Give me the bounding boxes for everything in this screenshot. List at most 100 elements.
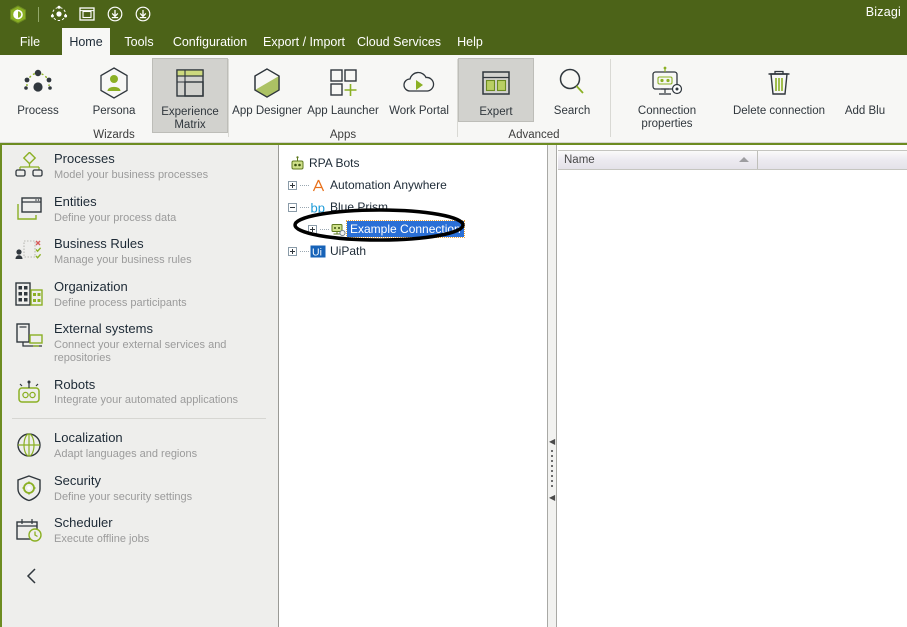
ribbon-group-label: Wizards bbox=[93, 129, 135, 141]
ribbon-button-process[interactable]: Process bbox=[0, 58, 76, 122]
sidebar-collapse-button[interactable] bbox=[2, 552, 278, 586]
ribbon-button-work-portal[interactable]: Work Portal bbox=[381, 58, 457, 122]
network-connect-icon[interactable] bbox=[46, 2, 72, 26]
sidebar-item-sub: Adapt languages and regions bbox=[54, 448, 198, 461]
robot-icon bbox=[288, 155, 306, 171]
ribbon-button-label: Work Portal bbox=[389, 105, 449, 117]
sidebar-item-organization[interactable]: Organization Define process participants bbox=[2, 273, 278, 316]
connection-details-grid: Name bbox=[558, 145, 907, 627]
shield-icon bbox=[14, 473, 44, 503]
sidebar-item-processes[interactable]: Processes Model your business processes bbox=[2, 145, 278, 188]
ribbon-button-expert[interactable]: Expert bbox=[458, 58, 534, 122]
sidebar-item-robots[interactable]: Robots Integrate your automated applicat… bbox=[2, 371, 278, 414]
svg-text:bp: bp bbox=[310, 200, 324, 215]
menu-item-help[interactable]: Help bbox=[448, 28, 492, 55]
menu-item-export-import[interactable]: Export / Import bbox=[256, 28, 352, 55]
tree-connector-line bbox=[320, 228, 329, 230]
ribbon-button-experience-matrix[interactable]: Experience Matrix bbox=[152, 58, 228, 134]
panel-splitter[interactable]: ◀ ◀ bbox=[548, 145, 557, 627]
sidebar-item-business-rules[interactable]: Business Rules Manage your business rule… bbox=[2, 230, 278, 273]
entities-icon bbox=[14, 194, 44, 224]
window-icon[interactable] bbox=[74, 2, 100, 26]
svg-text:Ui: Ui bbox=[312, 246, 322, 258]
rpa-bots-tree: RPA Bots Automation Anywhere bp Blue Pri… bbox=[280, 145, 547, 262]
splitter-collapse-up-icon[interactable]: ◀ bbox=[549, 437, 555, 446]
ribbon-button-label: Add Blu bbox=[844, 105, 886, 117]
menu-item-cloud-services[interactable]: Cloud Services bbox=[352, 28, 446, 55]
sidebar-item-sub: Manage your business rules bbox=[54, 254, 192, 267]
robots-icon bbox=[14, 377, 44, 407]
chevron-left-icon bbox=[26, 568, 36, 584]
scheduler-icon bbox=[14, 515, 44, 545]
tree-expander-plus-icon[interactable] bbox=[288, 246, 297, 256]
ribbon-button-connection-properties[interactable]: Connection properties bbox=[611, 58, 723, 131]
tree-node-blue-prism[interactable]: bp Blue Prism bbox=[288, 196, 547, 218]
menu-item-file[interactable]: File bbox=[8, 28, 52, 55]
ribbon-button-app-launcher[interactable]: App Launcher bbox=[305, 58, 381, 122]
tree-node-uipath[interactable]: Ui UiPath bbox=[288, 240, 547, 262]
grid-column-name[interactable]: Name bbox=[558, 151, 758, 169]
sidebar-item-title: Processes bbox=[54, 151, 115, 166]
grid-header-row: Name bbox=[558, 150, 907, 170]
sidebar-item-security[interactable]: Security Define your security settings bbox=[2, 467, 278, 510]
bizagi-logo-icon[interactable] bbox=[5, 2, 31, 26]
sidebar-item-external-systems[interactable]: External systems Connect your external s… bbox=[2, 315, 278, 370]
navigation-sidebar: Processes Model your business processes … bbox=[2, 145, 279, 627]
ribbon-button-label: App Designer bbox=[232, 105, 302, 117]
connection-properties-icon bbox=[647, 63, 687, 103]
ribbon-button-label: Delete connection bbox=[732, 105, 826, 117]
download-icon-2[interactable] bbox=[130, 2, 156, 26]
sidebar-item-title: Scheduler bbox=[54, 515, 113, 531]
sidebar-item-localization[interactable]: Localization Adapt languages and regions bbox=[2, 424, 278, 467]
ribbon-group-label: Apps bbox=[329, 129, 357, 141]
work-portal-icon bbox=[400, 63, 438, 103]
blue-prism-icon: bp bbox=[309, 200, 327, 215]
grid-body[interactable] bbox=[558, 170, 907, 625]
sort-ascending-icon bbox=[739, 157, 749, 162]
tree-connector-line bbox=[300, 184, 309, 186]
ribbon-button-label: App Launcher bbox=[307, 105, 379, 117]
ribbon-button-persona[interactable]: Persona bbox=[76, 58, 152, 122]
menu-item-tools[interactable]: Tools bbox=[116, 28, 162, 55]
expert-icon bbox=[479, 64, 513, 104]
experience-matrix-icon bbox=[172, 64, 208, 104]
sidebar-item-scheduler[interactable]: Scheduler Execute offline jobs bbox=[2, 509, 278, 552]
ribbon-button-search[interactable]: Search bbox=[534, 58, 610, 122]
tree-node-automation-anywhere[interactable]: Automation Anywhere bbox=[288, 174, 547, 196]
ribbon-button-label: Connection properties bbox=[637, 105, 697, 131]
tree-node-example-connection[interactable]: Example Connection bbox=[288, 218, 547, 240]
sidebar-item-title: Business Rules bbox=[54, 236, 144, 252]
rpa-bots-tree-panel[interactable]: RPA Bots Automation Anywhere bp Blue Pri… bbox=[280, 145, 548, 627]
sidebar-item-entities[interactable]: Entities Define your process data bbox=[2, 188, 278, 231]
menu-bar: File Home Tools Configuration Export / I… bbox=[0, 28, 907, 55]
menu-item-home[interactable]: Home bbox=[62, 28, 110, 55]
ribbon-button-add-blue-prism[interactable]: Add Blu bbox=[835, 58, 895, 122]
ribbon-button-app-designer[interactable]: App Designer bbox=[229, 58, 305, 122]
tree-node-label: Blue Prism bbox=[330, 200, 389, 214]
process-icon bbox=[19, 63, 57, 103]
search-icon bbox=[555, 63, 589, 103]
splitter-collapse-down-icon[interactable]: ◀ bbox=[549, 493, 555, 502]
tree-node-rpa-bots[interactable]: RPA Bots bbox=[288, 152, 547, 174]
automation-anywhere-icon bbox=[309, 178, 327, 193]
tree-expander-plus-icon[interactable] bbox=[288, 180, 297, 190]
tree-node-label: UiPath bbox=[330, 244, 367, 258]
tree-expander-plus-icon[interactable] bbox=[308, 224, 317, 234]
ribbon-button-delete-connection[interactable]: Delete connection bbox=[723, 58, 835, 122]
business-rules-icon bbox=[14, 236, 44, 266]
grid-column-blank[interactable] bbox=[758, 151, 907, 169]
tree-expander-minus-icon[interactable] bbox=[288, 202, 297, 212]
sidebar-item-title: Organization bbox=[54, 278, 128, 294]
organization-icon bbox=[14, 279, 44, 309]
menu-item-configuration[interactable]: Configuration bbox=[166, 28, 254, 55]
splitter-grip[interactable] bbox=[551, 450, 553, 490]
tree-node-label: RPA Bots bbox=[309, 156, 360, 170]
sidebar-item-title: Robots bbox=[54, 376, 96, 392]
download-icon-1[interactable] bbox=[102, 2, 128, 26]
external-systems-icon bbox=[14, 321, 44, 351]
tree-connector-line bbox=[300, 206, 309, 208]
sidebar-item-title: Localization bbox=[54, 430, 123, 446]
qat-separator bbox=[38, 6, 39, 22]
sidebar-item-title: Entities bbox=[54, 193, 97, 209]
ribbon-group-wizards: Process Persona Experience Matrix Wizard… bbox=[0, 55, 228, 143]
